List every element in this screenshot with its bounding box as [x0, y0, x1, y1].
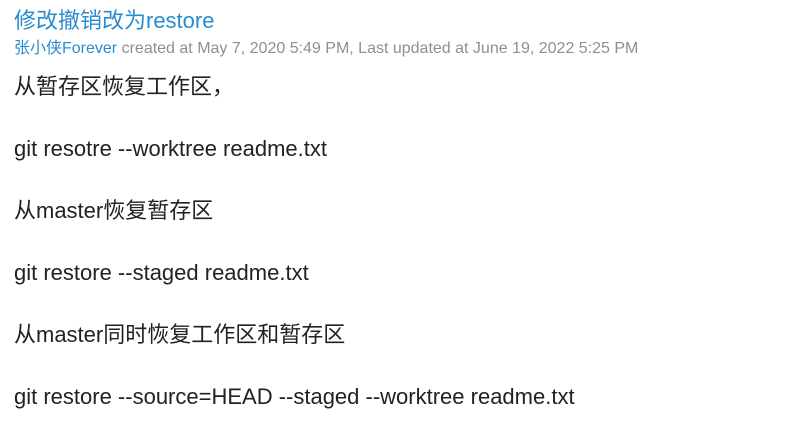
body-line-5: 从master同时恢复工作区和暂存区	[14, 322, 346, 347]
post: 修改撤销改为restore 张小侠Forever created at May …	[14, 6, 786, 412]
body-line-2: git resotre --worktree readme.txt	[14, 136, 327, 161]
post-title-link[interactable]: 修改撤销改为restore	[14, 6, 786, 36]
body-line-6: git restore --source=HEAD --staged --wor…	[14, 384, 575, 409]
post-meta: 张小侠Forever created at May 7, 2020 5:49 P…	[14, 38, 786, 60]
post-body: 从暂存区恢复工作区， git resotre --worktree readme…	[14, 72, 786, 412]
body-line-4: git restore --staged readme.txt	[14, 260, 309, 285]
author-link[interactable]: 张小侠Forever	[14, 40, 117, 57]
post-meta-dates: created at May 7, 2020 5:49 PM, Last upd…	[117, 40, 639, 57]
body-line-1: 从暂存区恢复工作区，	[14, 74, 235, 99]
body-line-3: 从master恢复暂存区	[14, 198, 214, 223]
